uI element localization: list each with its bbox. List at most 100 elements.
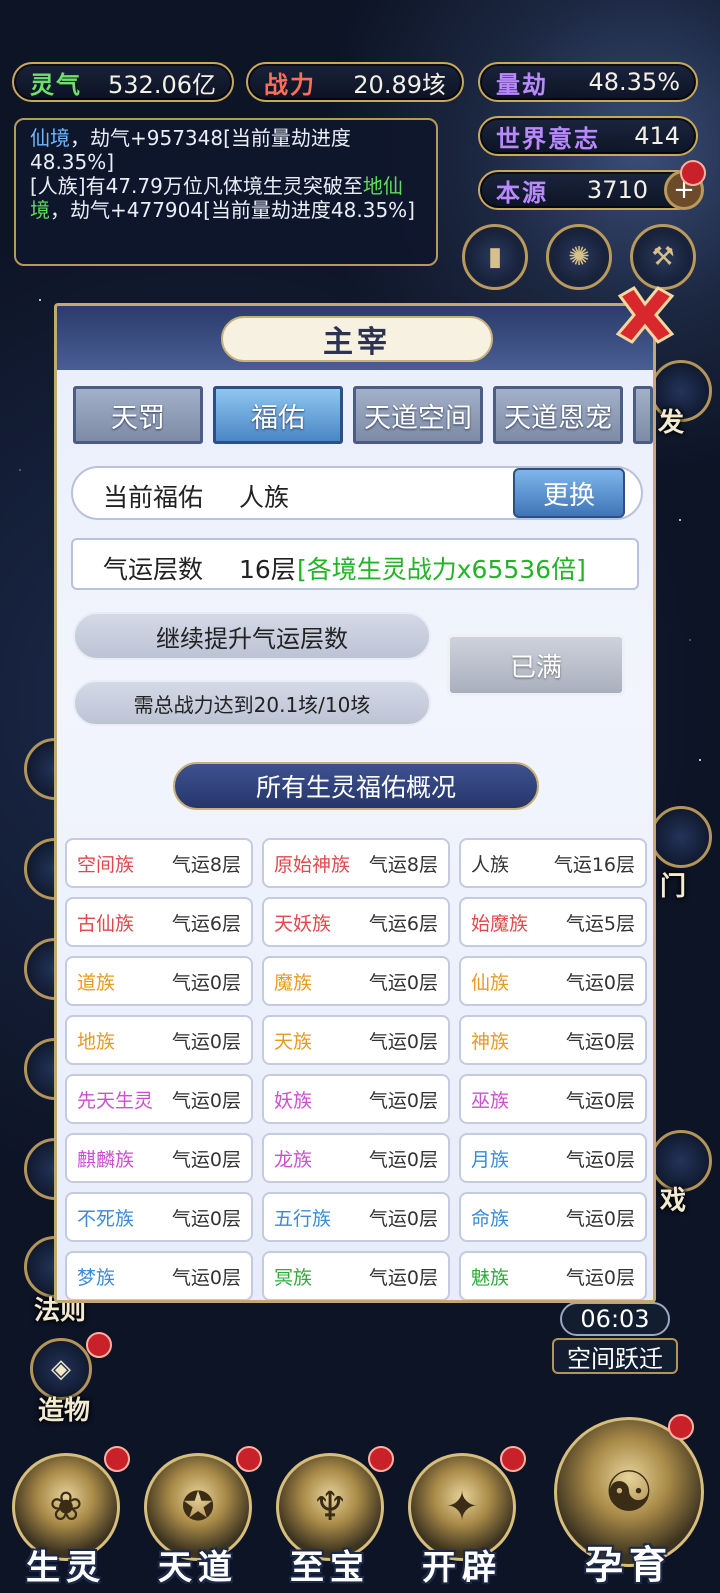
race-cell: 不死族 气运0层 <box>65 1192 253 1242</box>
liangjie-label: 量劫 <box>496 70 548 99</box>
shengling-dot <box>104 1446 130 1472</box>
zhanli-label: 战力 <box>264 70 316 99</box>
lingqi-stat: 灵气 532.06亿 <box>12 62 234 102</box>
zaowu-label: 造物 <box>38 1396 91 1426</box>
space-jump-timer: 06:03 <box>560 1302 670 1336</box>
race-cell: 麒麟族 气运0层 <box>65 1133 253 1183</box>
compass-icon[interactable]: ✺ <box>546 224 612 290</box>
race-cell: 命族 气运0层 <box>459 1192 647 1242</box>
race-cell: 妖族 气运0层 <box>262 1074 450 1124</box>
race-cell: 冥族 气运0层 <box>262 1251 450 1300</box>
race-name: 妖族 <box>274 1089 313 1112</box>
race-name: 天妖族 <box>274 912 332 935</box>
race-cell: 魅族 气运0层 <box>459 1251 647 1300</box>
dialog-title: 主宰 <box>221 316 493 362</box>
race-luck: 气运0层 <box>565 1207 635 1230</box>
race-luck: 气运8层 <box>368 853 438 876</box>
race-luck: 气运0层 <box>171 1266 241 1289</box>
nav-shengling-label: 生灵 <box>26 1548 106 1588</box>
tab-overflow[interactable] <box>633 386 653 444</box>
overview-title: 所有生灵福佑概况 <box>173 762 539 810</box>
race-name: 梦族 <box>77 1266 116 1289</box>
card-icon[interactable]: ▮ <box>462 224 528 290</box>
race-luck: 气运5层 <box>565 912 635 935</box>
tab-tianfa[interactable]: 天罚 <box>73 386 203 444</box>
swap-button[interactable]: 更换 <box>513 468 625 518</box>
space-jump-label: 空间跃迁 <box>552 1338 678 1374</box>
race-cell: 月族 气运0层 <box>459 1133 647 1183</box>
race-name: 人族 <box>471 853 510 876</box>
full-button[interactable]: 已满 <box>447 634 625 696</box>
race-luck: 气运0层 <box>171 1030 241 1053</box>
race-luck: 气运0层 <box>565 1030 635 1053</box>
race-name: 地族 <box>77 1030 116 1053</box>
race-luck: 气运16层 <box>553 853 635 876</box>
tab-fuyou[interactable]: 福佑 <box>213 386 343 444</box>
tab-bar: 天罚 福佑 天道空间 天道恩宠 <box>73 386 653 444</box>
liangjie-value: 48.35% <box>588 68 680 96</box>
race-cell: 先天生灵 气运0层 <box>65 1074 253 1124</box>
race-cell: 地族 气运0层 <box>65 1015 253 1065</box>
race-cell: 天妖族 气运6层 <box>262 897 450 947</box>
race-name: 魅族 <box>471 1266 510 1289</box>
upgrade-requirement: 需总战力达到20.1垓/10垓 <box>73 680 431 726</box>
lingqi-label: 灵气 <box>30 70 82 99</box>
race-name: 巫族 <box>471 1089 510 1112</box>
race-luck: 气运0层 <box>171 1148 241 1171</box>
luck-layer-bar: 气运层数 16层 [各境生灵战力x65536倍] <box>71 538 639 590</box>
close-icon[interactable] <box>612 282 678 348</box>
race-cell: 仙族 气运0层 <box>459 956 647 1006</box>
race-name: 命族 <box>471 1207 510 1230</box>
liangjie-stat: 量劫 48.35% <box>478 62 698 102</box>
right-partial-label-3: 戏 <box>660 1186 687 1216</box>
race-name: 冥族 <box>274 1266 313 1289</box>
race-luck: 气运0层 <box>368 971 438 994</box>
race-name: 月族 <box>471 1148 510 1171</box>
right-side-button-2[interactable] <box>650 806 712 868</box>
tab-tiandao-space[interactable]: 天道空间 <box>353 386 483 444</box>
tab-tiandao-favor[interactable]: 天道恩宠 <box>493 386 623 444</box>
notification-dot <box>680 160 706 186</box>
race-luck: 气运0层 <box>171 971 241 994</box>
dialog-header: 主宰 <box>57 306 653 370</box>
upgrade-title: 继续提升气运层数 <box>73 612 431 660</box>
race-cell: 神族 气运0层 <box>459 1015 647 1065</box>
zhibao-dot <box>368 1446 394 1472</box>
race-cell: 巫族 气运0层 <box>459 1074 647 1124</box>
benyuan-value: 3710 <box>586 176 648 204</box>
master-dialog: 主宰 天罚 福佑 天道空间 天道恩宠 当前福佑 人族 更换 气运层数 16层 [… <box>54 303 656 1303</box>
shijie-stat: 世界意志 414 <box>478 116 698 156</box>
right-partial-label-2: 门 <box>660 872 687 902</box>
race-cell: 天族 气运0层 <box>262 1015 450 1065</box>
race-name: 古仙族 <box>77 912 135 935</box>
zaowu-dot <box>86 1332 112 1358</box>
race-luck: 气运0层 <box>565 1148 635 1171</box>
hammer-icon[interactable]: ⚒ <box>630 224 696 290</box>
race-name: 神族 <box>471 1030 510 1053</box>
race-name: 麒麟族 <box>77 1148 135 1171</box>
shijie-value: 414 <box>634 122 680 150</box>
zhanli-stat: 战力 20.89垓 <box>246 62 464 102</box>
race-cell: 始魔族 气运5层 <box>459 897 647 947</box>
race-cell: 梦族 气运0层 <box>65 1251 253 1300</box>
race-luck: 气运6层 <box>368 912 438 935</box>
log-realm-1: 仙境 <box>30 126 70 150</box>
race-name: 原始神族 <box>274 853 351 876</box>
race-grid: 空间族 气运8层 原始神族 气运8层 人族 气运16层 古仙族 气运6层 天妖族 气运6层 始魔族气… <box>65 838 649 1300</box>
yunyu-dot <box>668 1414 694 1440</box>
luck-label: 气运层数 <box>103 555 204 584</box>
race-name: 仙族 <box>471 971 510 994</box>
race-luck: 气运0层 <box>368 1207 438 1230</box>
race-cell: 五行族 气运0层 <box>262 1192 450 1242</box>
race-luck: 气运0层 <box>368 1089 438 1112</box>
race-name: 龙族 <box>274 1148 313 1171</box>
race-cell: 道族 气运0层 <box>65 956 253 1006</box>
current-blessing-bar: 当前福佑 人族 更换 <box>71 466 643 520</box>
nav-kaipi-label: 开辟 <box>422 1548 502 1588</box>
space-jump-widget[interactable]: 06:03 空间跃迁 <box>552 1302 678 1374</box>
race-cell: 人族 气运16层 <box>459 838 647 888</box>
race-name: 天族 <box>274 1030 313 1053</box>
tiandao-dot <box>236 1446 262 1472</box>
log-line-2b: ，劫气+477904[当前量劫进度48.35%] <box>50 198 415 222</box>
race-name: 五行族 <box>274 1207 332 1230</box>
